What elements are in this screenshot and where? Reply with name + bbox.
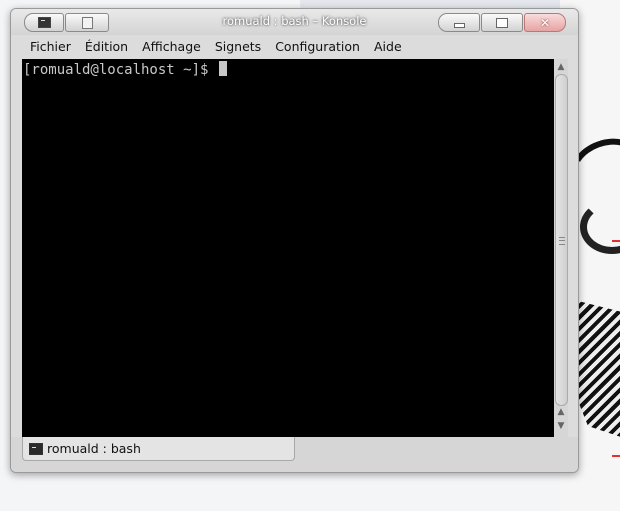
- menu-configuration[interactable]: Configuration: [268, 37, 367, 57]
- scroll-up-arrow-icon-lower[interactable]: ▲: [554, 405, 568, 419]
- scrollbar-thumb[interactable]: [555, 74, 568, 406]
- scroll-down-arrow-icon[interactable]: ▼: [554, 419, 568, 433]
- terminal-icon: [29, 442, 43, 455]
- tab-label: romuald : bash: [47, 441, 141, 456]
- wallpaper-mark: [612, 240, 620, 242]
- scrollbar-grip-icon: [559, 237, 565, 245]
- text-cursor: [218, 61, 227, 76]
- close-icon: ✕: [539, 15, 551, 30]
- wallpaper-swirl: [580, 200, 620, 254]
- menu-affichage[interactable]: Affichage: [135, 37, 208, 57]
- menubar: Fichier Édition Affichage Signets Config…: [11, 37, 578, 57]
- tab-bar: romuald : bash: [11, 437, 578, 472]
- menu-aide[interactable]: Aide: [367, 37, 409, 57]
- titlebar[interactable]: romuald : bash – Konsole ✕: [11, 9, 578, 35]
- menu-signets[interactable]: Signets: [208, 37, 268, 57]
- konsole-window: romuald : bash – Konsole ✕ Fichier Éditi…: [10, 8, 579, 473]
- terminal-prompt-line: [romuald@localhost ~]$: [23, 61, 227, 78]
- minimize-button[interactable]: [438, 13, 480, 32]
- maximize-icon: [496, 17, 508, 28]
- terminal-area[interactable]: [romuald@localhost ~]$: [22, 59, 554, 437]
- vertical-scrollbar[interactable]: ▲ ▲ ▼: [554, 59, 568, 437]
- wallpaper-mark: [612, 455, 620, 457]
- prompt-text: [romuald@localhost ~]$: [23, 62, 217, 78]
- menu-edition[interactable]: Édition: [78, 37, 135, 57]
- menu-fichier[interactable]: Fichier: [23, 37, 78, 57]
- scroll-up-arrow-icon[interactable]: ▲: [554, 60, 568, 74]
- maximize-button[interactable]: [481, 13, 523, 32]
- tab-session[interactable]: romuald : bash: [22, 437, 295, 461]
- close-button[interactable]: ✕: [524, 13, 566, 32]
- minimize-icon: [453, 23, 465, 28]
